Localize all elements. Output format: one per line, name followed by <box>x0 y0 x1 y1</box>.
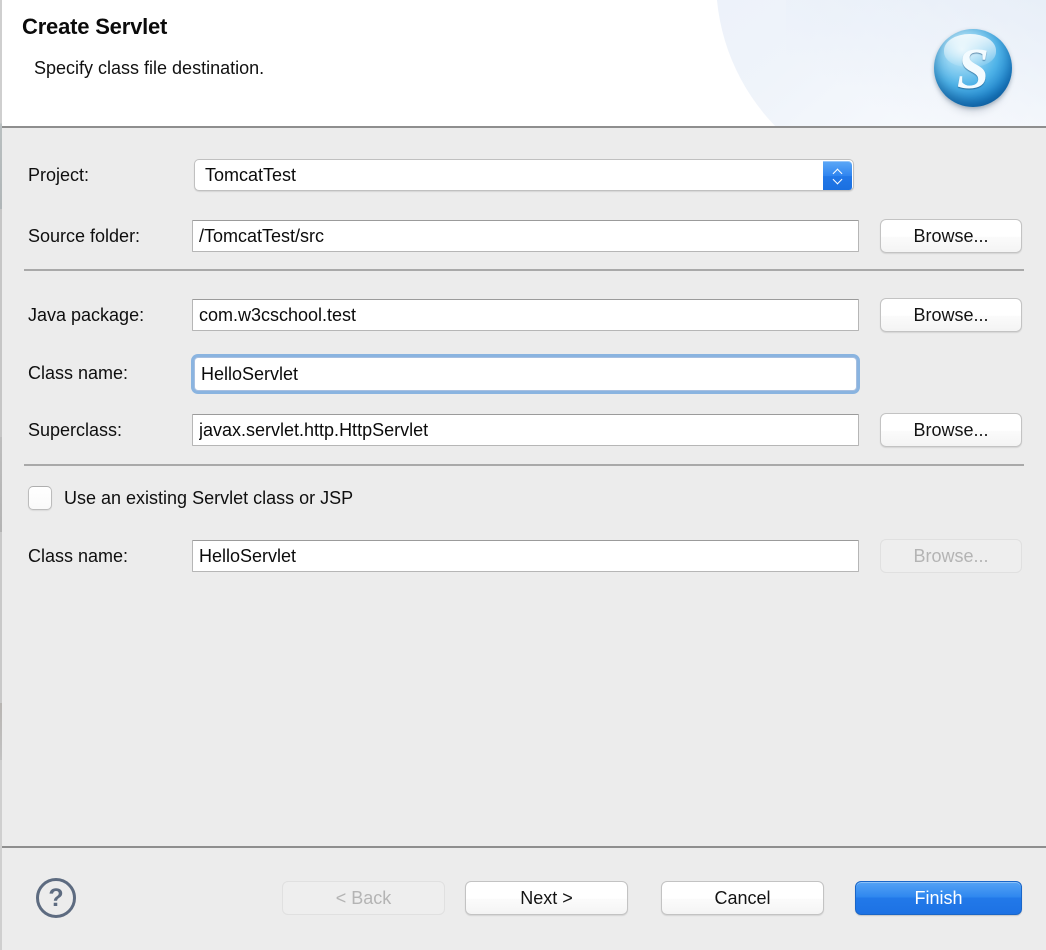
separator-top <box>24 269 1024 271</box>
use-existing-servlet-label: Use an existing Servlet class or JSP <box>64 488 353 509</box>
cancel-button-label: Cancel <box>714 888 770 909</box>
class-name-label: Class name: <box>28 356 128 390</box>
help-question-icon[interactable]: ? <box>36 878 76 918</box>
project-combo-value: TomcatTest <box>205 165 296 185</box>
source-folder-input[interactable] <box>192 220 859 252</box>
class-name-input[interactable] <box>194 357 857 391</box>
java-package-label: Java package: <box>28 298 144 332</box>
sphere-s-logo-icon: S <box>926 22 1020 116</box>
back-button: < Back <box>282 881 445 915</box>
java-package-browse-label: Browse... <box>913 305 988 326</box>
next-button-label: Next > <box>520 888 573 909</box>
superclass-browse-button[interactable]: Browse... <box>880 413 1022 447</box>
page-subtitle: Specify class file destination. <box>34 58 264 79</box>
superclass-input[interactable] <box>192 414 859 446</box>
logo-letter: S <box>934 29 1012 107</box>
chevron-down-glyph <box>833 178 842 183</box>
wizard-footer: ? < Back Next > Cancel Finish <box>2 846 1046 950</box>
wizard-body: Project: TomcatTest Source folder: Brows… <box>2 130 1046 846</box>
java-package-browse-button[interactable]: Browse... <box>880 298 1022 332</box>
window-left-edge <box>0 0 2 950</box>
project-label: Project: <box>28 158 89 192</box>
java-package-input[interactable] <box>192 299 859 331</box>
page-title: Create Servlet <box>22 14 167 40</box>
create-servlet-wizard: Create Servlet Specify class file destin… <box>0 0 1046 950</box>
back-button-label: < Back <box>336 888 392 909</box>
finish-button-label: Finish <box>914 888 962 909</box>
chevron-up-down-icon[interactable] <box>823 161 852 191</box>
use-existing-servlet-checkbox[interactable] <box>28 486 52 510</box>
source-folder-label: Source folder: <box>28 219 140 253</box>
existing-class-name-label: Class name: <box>28 539 128 573</box>
source-folder-browse-label: Browse... <box>913 226 988 247</box>
finish-button[interactable]: Finish <box>855 881 1022 915</box>
existing-class-name-browse-button: Browse... <box>880 539 1022 573</box>
existing-class-name-browse-label: Browse... <box>913 546 988 567</box>
use-existing-servlet-row[interactable]: Use an existing Servlet class or JSP <box>28 486 353 510</box>
separator-bottom <box>24 464 1024 466</box>
cancel-button[interactable]: Cancel <box>661 881 824 915</box>
next-button[interactable]: Next > <box>465 881 628 915</box>
superclass-browse-label: Browse... <box>913 420 988 441</box>
superclass-label: Superclass: <box>28 413 122 447</box>
existing-class-name-input[interactable] <box>192 540 859 572</box>
wizard-header: Create Servlet Specify class file destin… <box>0 0 1046 128</box>
source-folder-browse-button[interactable]: Browse... <box>880 219 1022 253</box>
project-combo[interactable]: TomcatTest <box>194 159 854 191</box>
